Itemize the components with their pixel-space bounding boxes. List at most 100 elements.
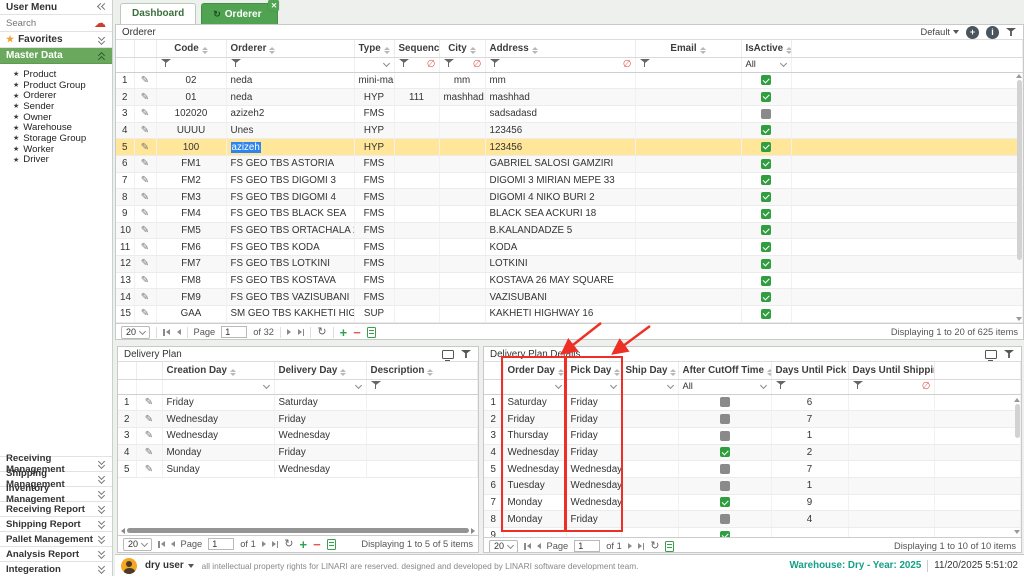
clear-filter-icon[interactable]: ∅	[427, 60, 436, 70]
chevron-down-icon[interactable]	[97, 519, 106, 529]
edit-pencil-icon[interactable]: ✎	[141, 75, 149, 86]
column-header-creation-day[interactable]: Creation Day	[162, 362, 274, 379]
refresh-icon[interactable]: ↻	[284, 539, 293, 550]
sidebar-menu-item[interactable]: ★ Product Group	[13, 80, 112, 91]
info-button[interactable]: i	[986, 26, 999, 39]
sidebar-item-favorites[interactable]: ★ Favorites	[0, 32, 112, 48]
edit-cell[interactable]: ✎	[136, 411, 162, 428]
after-cutoff-checkbox[interactable]	[720, 497, 730, 507]
filter-order-day[interactable]	[503, 379, 566, 394]
clear-filter-icon[interactable]: ∅	[473, 60, 482, 70]
column-header-sequence[interactable]: Sequence	[394, 40, 439, 57]
funnel-icon[interactable]	[161, 58, 172, 68]
table-row[interactable]: 11 ✎ FM6 FS GEO TBS KODA FMS KODA	[116, 239, 1023, 256]
isactive-checkbox[interactable]	[761, 142, 771, 152]
filter-isactive[interactable]: All	[741, 57, 791, 72]
column-header-type[interactable]: Type	[354, 40, 394, 57]
funnel-icon[interactable]	[231, 58, 242, 68]
table-row[interactable]: 3 ✎ 102020 azizeh2 FMS sadsadasd	[116, 105, 1023, 122]
table-row[interactable]: 6 ✎ FM1 FS GEO TBS ASTORIA FMS GABRIEL S…	[116, 155, 1023, 172]
add-record-button[interactable]: +	[966, 26, 979, 39]
column-header-description[interactable]: Description	[366, 362, 478, 379]
isactive-checkbox[interactable]	[761, 109, 771, 119]
edit-pencil-icon[interactable]: ✎	[141, 258, 149, 269]
add-row-button[interactable]: +	[340, 326, 348, 339]
table-row[interactable]: 5 ✎ 100 azizeh HYP 123456	[116, 139, 1023, 156]
column-header-city[interactable]: City	[439, 40, 485, 57]
clear-filter-icon[interactable]: ∅	[623, 60, 632, 70]
last-page-button[interactable]	[638, 543, 645, 550]
export-excel-icon[interactable]	[327, 539, 336, 550]
filter-delivery-day[interactable]	[274, 379, 366, 394]
page-number-input[interactable]: 1	[208, 538, 234, 550]
vertical-scrollbar[interactable]	[1015, 73, 1023, 322]
table-row[interactable]: 4 ✎ UUUU Unes HYP 123456	[116, 122, 1023, 139]
sort-icon[interactable]	[767, 369, 771, 377]
chevron-down-icon[interactable]	[97, 534, 106, 544]
filter-ship-day[interactable]	[621, 379, 678, 394]
table-row[interactable]: 4 Wednesday Friday 2	[484, 444, 1021, 461]
scroll-down-icon[interactable]	[1014, 530, 1020, 534]
sidebar-menu-item[interactable]: ★ Orderer	[13, 90, 112, 101]
column-header-pick-day[interactable]: Pick Day	[566, 362, 621, 379]
isactive-checkbox[interactable]	[761, 225, 771, 235]
column-header-days-until-shipping[interactable]: Days Until Shipping	[848, 362, 934, 379]
chevron-down-icon[interactable]	[97, 489, 106, 499]
filter-creation-day[interactable]	[162, 379, 274, 394]
scroll-left-icon[interactable]	[121, 528, 125, 534]
sidebar-section[interactable]: Analysis Report	[0, 546, 112, 561]
edit-cell[interactable]: ✎	[136, 427, 162, 444]
sidebar-section[interactable]: Shipping Report	[0, 516, 112, 531]
edit-pencil-icon[interactable]: ✎	[141, 125, 149, 136]
table-row[interactable]: 3 Thursday Friday 1	[484, 427, 1021, 444]
sidebar-menu-item[interactable]: ★ Worker	[13, 144, 112, 155]
first-page-button[interactable]	[163, 329, 170, 336]
table-row[interactable]: 2 ✎ 01 neda HYP 111 mashhad mashhad	[116, 89, 1023, 106]
sort-icon[interactable]	[427, 369, 433, 377]
table-row[interactable]: 6 Tuesday Wednesday 1	[484, 477, 1021, 494]
column-header-delivery-day[interactable]: Delivery Day	[274, 362, 366, 379]
sidebar-section-master-data[interactable]: Master Data	[0, 48, 112, 64]
edit-cell[interactable]: ✎	[134, 139, 156, 156]
isactive-checkbox[interactable]	[761, 192, 771, 202]
after-cutoff-checkbox[interactable]	[720, 514, 730, 524]
edit-pencil-icon[interactable]: ✎	[145, 397, 153, 408]
table-row[interactable]: 13 ✎ FM8 FS GEO TBS KOSTAVA FMS KOSTAVA …	[116, 272, 1023, 289]
filter-email[interactable]	[635, 57, 741, 72]
after-cutoff-checkbox[interactable]	[720, 397, 730, 407]
remove-row-button[interactable]: −	[353, 326, 361, 339]
funnel-icon[interactable]	[490, 58, 501, 68]
edit-cell[interactable]: ✎	[136, 461, 162, 478]
refresh-icon[interactable]: ↻	[650, 541, 659, 552]
column-header-order-day[interactable]: Order Day	[503, 362, 566, 379]
edit-pencil-icon[interactable]: ✎	[141, 158, 149, 169]
edit-cell[interactable]: ✎	[134, 256, 156, 273]
table-row[interactable]: 2 Friday Friday 7	[484, 411, 1021, 428]
scroll-up-icon[interactable]	[1016, 74, 1022, 78]
edit-pencil-icon[interactable]: ✎	[145, 414, 153, 425]
sync-cloud-icon[interactable]: ☁	[94, 18, 106, 28]
sidebar-menu-item[interactable]: ★ Owner	[13, 112, 112, 123]
edit-cell[interactable]: ✎	[134, 189, 156, 206]
filter-city[interactable]: ∅	[439, 57, 485, 72]
sort-icon[interactable]	[384, 47, 390, 55]
funnel-icon[interactable]	[853, 380, 864, 390]
sidebar-menu-item[interactable]: ★ Warehouse	[13, 122, 112, 133]
sidebar-menu-item[interactable]: ★ Product	[13, 69, 112, 80]
sort-icon[interactable]	[532, 47, 538, 55]
tab-orderer[interactable]: ↻ Orderer ✕	[201, 3, 278, 24]
filter-orderer[interactable]	[226, 57, 354, 72]
edit-pencil-icon[interactable]: ✎	[141, 142, 149, 153]
sidebar-section[interactable]: Integeration	[0, 561, 112, 576]
table-row[interactable]: 7 ✎ FM2 FS GEO TBS DIGOMI 3 FMS DIGOMI 3…	[116, 172, 1023, 189]
edit-cell[interactable]: ✎	[134, 306, 156, 323]
last-page-button[interactable]	[298, 329, 305, 336]
table-row[interactable]: 9 ✎ FM4 FS GEO TBS BLACK SEA FMS BLACK S…	[116, 206, 1023, 223]
edit-cell[interactable]: ✎	[134, 222, 156, 239]
edit-pencil-icon[interactable]: ✎	[141, 208, 149, 219]
filter-pick-day[interactable]	[566, 379, 621, 394]
edit-cell[interactable]: ✎	[134, 206, 156, 223]
scrollbar-thumb[interactable]	[1017, 80, 1022, 260]
sort-icon[interactable]	[230, 369, 236, 377]
table-row[interactable]: 10 ✎ FM5 FS GEO TBS ORTACHALA 2 FMS B.KA…	[116, 222, 1023, 239]
